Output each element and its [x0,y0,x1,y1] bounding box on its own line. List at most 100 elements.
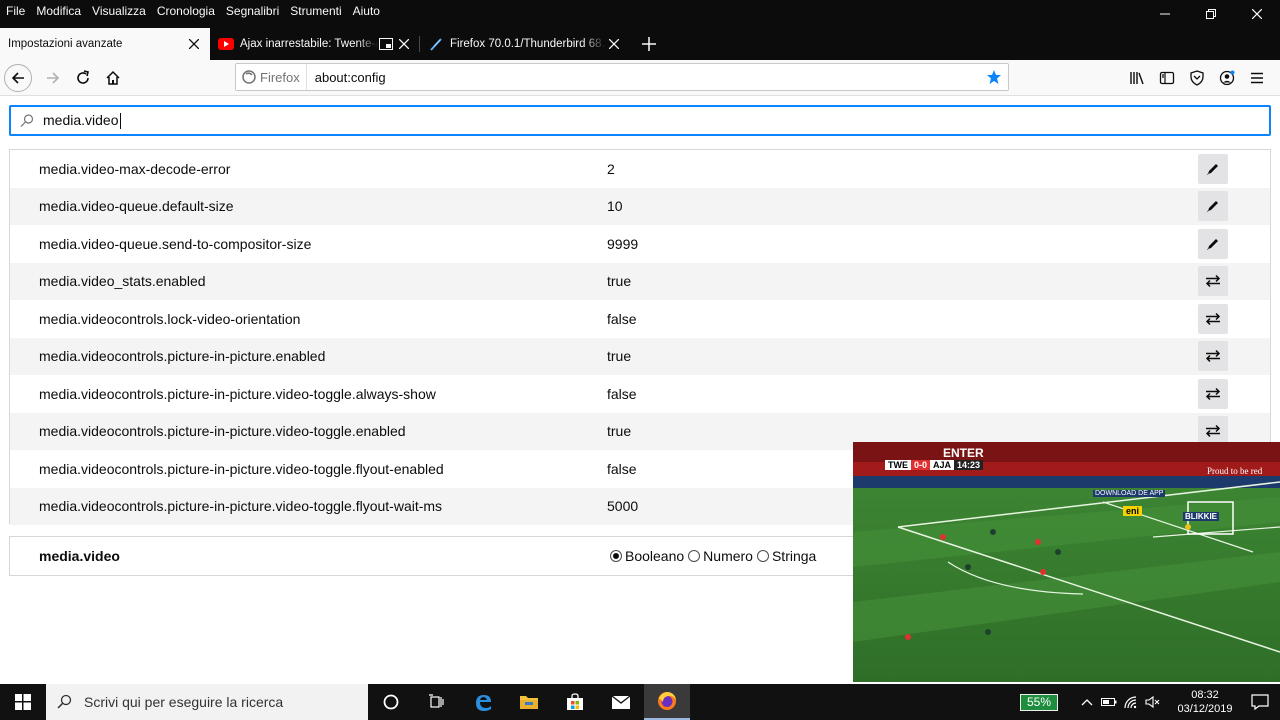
minimize-button[interactable] [1142,0,1188,28]
picture-in-picture-icon[interactable] [378,36,394,52]
pref-row[interactable]: media.video-queue.send-to-compositor-siz… [10,225,1270,263]
cortana-button[interactable] [368,684,414,720]
toggle-arrows-icon [1205,387,1221,400]
bookmark-star-button[interactable] [980,64,1008,90]
pref-row[interactable]: media.videocontrols.picture-in-picture.v… [10,375,1270,413]
windows-logo-icon [15,694,31,710]
tab-strip: Impostazioni avanzate Ajax inarrestabile… [0,28,1280,60]
scoreboard: TWE 0-0 AJA 14:23 [885,460,984,470]
action-center-button[interactable] [1240,684,1280,720]
pref-row[interactable]: media.videocontrols.lock-video-orientati… [10,300,1270,338]
volume-button[interactable] [1142,684,1164,720]
menu-aiuto[interactable]: Aiuto [353,0,380,22]
sidebar-button[interactable] [1152,63,1182,93]
edit-pref-button[interactable] [1198,153,1228,184]
mail-app[interactable] [598,684,644,720]
account-button[interactable] [1212,63,1242,93]
edit-pref-button[interactable] [1198,228,1228,259]
forward-button[interactable] [38,63,68,93]
pref-value: false [607,310,637,327]
taskbar-search-box[interactable]: Scrivi qui per eseguire la ricerca [46,684,368,720]
shield-button[interactable] [1182,63,1212,93]
file-explorer-app[interactable] [506,684,552,720]
toggle-arrows-icon [1205,350,1221,363]
store-app[interactable] [552,684,598,720]
taskbar-search-placeholder: Scrivi qui per eseguire la ricerca [84,694,284,710]
cortana-icon [383,694,399,710]
toolbar-right [1122,63,1272,93]
type-radio-numero[interactable]: Numero [688,548,753,564]
menu-visualizza[interactable]: Visualizza [92,0,146,22]
menu-modifica[interactable]: Modifica [36,0,81,22]
reload-button[interactable] [68,63,98,93]
tab-firefox-release[interactable]: Firefox 70.0.1/Thunderbird 68.2.2 [420,28,630,60]
toggle-pref-button[interactable] [1198,341,1228,372]
toggle-pref-button[interactable] [1198,378,1228,409]
restore-icon [1206,9,1216,19]
show-hidden-icons-button[interactable] [1076,684,1098,720]
toggle-pref-button[interactable] [1198,266,1228,297]
pref-row[interactable]: media.video-queue.default-size 10 [10,187,1270,225]
battery-percentage[interactable]: 55% [1019,693,1058,711]
tab-youtube[interactable]: Ajax inarrestabile: Twente-Ajax 0-5 | Er… [210,28,420,60]
firefox-app[interactable] [644,684,690,720]
away-team: AJA [930,460,955,470]
pref-row[interactable]: media.video-max-decode-error 2 [10,150,1270,188]
pref-row[interactable]: media.video_stats.enabled true [10,262,1270,300]
picture-in-picture-video[interactable]: TWE 0-0 AJA 14:23 ENTER BLIKKIE Proud to… [853,442,1280,682]
edge-icon [476,695,491,711]
identity-box[interactable]: Firefox [236,64,307,90]
edit-pref-button[interactable] [1198,191,1228,222]
pref-name: media.video-queue.send-to-compositor-siz… [39,235,312,252]
search-input[interactable]: media.video [9,105,1271,136]
menu-file[interactable]: File [6,0,25,22]
mail-icon [611,695,631,709]
url-text[interactable]: about:config [315,70,980,85]
pref-row[interactable]: media.videocontrols.picture-in-picture.e… [10,337,1270,375]
radio-button[interactable] [688,550,701,562]
plus-icon [642,37,656,51]
star-icon [987,70,1001,84]
type-radio-booleano[interactable]: Booleano [610,548,684,564]
window-controls [1142,0,1280,28]
type-radio-stringa[interactable]: Stringa [756,548,816,564]
pref-value: true [607,423,632,440]
library-button[interactable] [1122,63,1152,93]
close-window-button[interactable] [1234,0,1280,28]
task-view-button[interactable] [414,684,460,720]
close-icon [399,39,409,49]
tab-close-button[interactable] [186,36,202,52]
restore-button[interactable] [1188,0,1234,28]
radio-label: Booleano [625,548,685,564]
account-icon [1219,70,1235,86]
toggle-pref-button[interactable] [1198,303,1228,334]
search-value[interactable]: media.video [43,112,121,130]
radio-button[interactable] [610,550,622,562]
pref-name: media.videocontrols.picture-in-picture.v… [39,498,443,515]
url-bar[interactable]: Firefox about:config [235,63,1009,91]
edge-app[interactable] [460,684,506,720]
menu-cronologia[interactable]: Cronologia [157,0,215,22]
youtube-icon [218,36,234,52]
battery-button[interactable] [1098,684,1120,720]
menu-segnalibri[interactable]: Segnalibri [226,0,279,22]
tab-close-button[interactable] [396,36,412,52]
toggle-arrows-icon [1205,312,1221,325]
close-icon [189,39,199,49]
menu-button[interactable] [1242,63,1272,93]
tab-close-button[interactable] [606,36,622,52]
battery-icon [1101,698,1117,706]
pref-value: 10 [607,198,623,215]
back-button[interactable] [4,63,32,92]
menu-strumenti[interactable]: Strumenti [290,0,341,22]
wifi-button[interactable] [1120,684,1142,720]
radio-button[interactable] [756,550,769,562]
start-button[interactable] [0,684,46,720]
new-tab-button[interactable] [634,28,664,60]
pref-name: media.videocontrols.picture-in-picture.v… [39,385,436,402]
about-config-page: media.video media.video-max-decode-error… [0,97,1280,684]
home-button[interactable] [98,63,128,93]
tab-about-config[interactable]: Impostazioni avanzate [0,28,210,60]
taskbar-clock[interactable]: 08:32 03/12/2019 [1170,688,1240,716]
library-icon [1130,72,1144,85]
